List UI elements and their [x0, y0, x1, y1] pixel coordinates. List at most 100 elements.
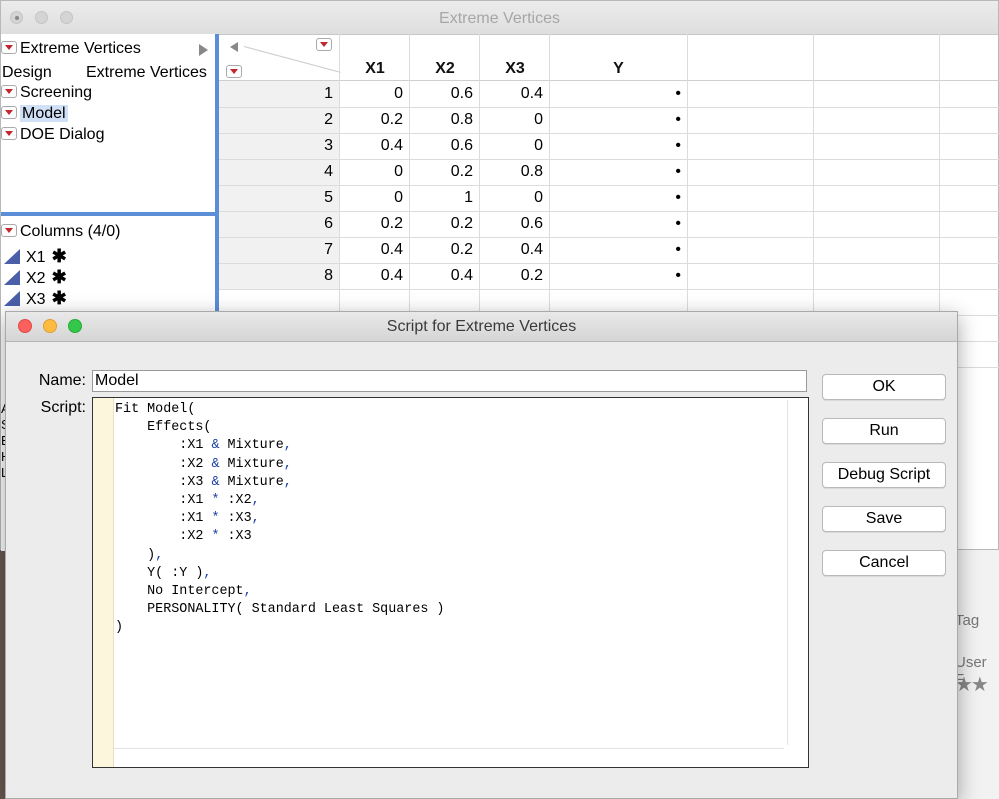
row-number[interactable]: 6	[273, 215, 333, 233]
table-cell-x2[interactable]: 1	[413, 189, 473, 207]
column-item-x3[interactable]: X3 ✱	[1, 288, 67, 309]
table-cell-x1[interactable]: 0.4	[343, 137, 403, 155]
table-cell-x1[interactable]: 0.2	[343, 111, 403, 129]
table-row[interactable]: 6 0.2 0.2 0.6 •	[219, 211, 999, 238]
column-header-x3[interactable]: X3	[480, 60, 550, 78]
table-cell-x1[interactable]: 0.2	[343, 215, 403, 233]
table-cell-y[interactable]: •	[621, 111, 681, 129]
table-cell-x3[interactable]: 0	[483, 137, 543, 155]
table-variable-value: Extreme Vertices	[86, 64, 207, 81]
script-label: Script:	[40, 399, 86, 416]
left-arrow-icon[interactable]	[230, 42, 238, 52]
column-name: X3	[26, 291, 46, 308]
table-cell-x2[interactable]: 0.2	[413, 163, 473, 181]
table-row[interactable]: 1 0 0.6 0.4 •	[219, 81, 999, 108]
script-dialog: Script for Extreme Vertices Name: Model …	[5, 311, 958, 799]
red-disclosure-triangle-icon[interactable]	[1, 224, 17, 237]
table-cell-x3[interactable]: 0.2	[483, 267, 543, 285]
red-disclosure-triangle-icon[interactable]	[316, 38, 332, 51]
mixture-property-icon[interactable]: ✱	[52, 288, 67, 308]
red-disclosure-triangle-icon[interactable]	[1, 127, 17, 140]
table-cell-y[interactable]: •	[621, 85, 681, 103]
row-number[interactable]: 2	[273, 111, 333, 129]
table-cell-y[interactable]: •	[621, 189, 681, 207]
table-cell-x1[interactable]: 0.4	[343, 241, 403, 259]
table-row[interactable]: 4 0 0.2 0.8 •	[219, 159, 999, 186]
cancel-button[interactable]: Cancel	[822, 550, 946, 576]
save-button[interactable]: Save	[822, 506, 946, 532]
column-header-x1[interactable]: X1	[340, 60, 410, 78]
script-code[interactable]: Fit Model( Effects( :X1 & Mixture, :X2 &…	[115, 401, 444, 638]
red-disclosure-triangle-icon[interactable]	[226, 65, 242, 78]
table-cell-y[interactable]: •	[621, 241, 681, 259]
table-row[interactable]: 8 0.4 0.4 0.2 •	[219, 263, 999, 290]
table-row[interactable]: 7 0.4 0.2 0.4 •	[219, 237, 999, 264]
column-name: X1	[26, 249, 46, 266]
table-row[interactable]: 5 0 1 0 •	[219, 185, 999, 212]
continuous-column-icon	[4, 249, 20, 264]
table-cell-x1[interactable]: 0	[343, 189, 403, 207]
row-number[interactable]: 5	[273, 189, 333, 207]
script-label-selected: Model	[20, 105, 68, 122]
background-tag-label: Tag	[955, 612, 980, 629]
table-cell-x3[interactable]: 0.6	[483, 215, 543, 233]
table-row[interactable]: 3 0.4 0.6 0 •	[219, 133, 999, 160]
run-button[interactable]: Run	[822, 418, 946, 444]
table-cell-y[interactable]: •	[621, 267, 681, 285]
row-number[interactable]: 7	[273, 241, 333, 259]
table-name-row[interactable]: Extreme Vertices	[1, 40, 141, 58]
panel-divider-horizontal[interactable]	[1, 212, 215, 216]
table-cell-x2[interactable]: 0.4	[413, 267, 473, 285]
red-disclosure-triangle-icon[interactable]	[1, 106, 17, 119]
expand-arrow-icon[interactable]	[199, 44, 208, 56]
mixture-property-icon[interactable]: ✱	[52, 267, 67, 287]
grid-header: X1 X2 X3 Y	[219, 34, 999, 81]
table-cell-y[interactable]: •	[621, 163, 681, 181]
table-cell-y[interactable]: •	[621, 215, 681, 233]
table-cell-x1[interactable]: 0	[343, 163, 403, 181]
mixture-property-icon[interactable]: ✱	[52, 246, 67, 266]
row-number[interactable]: 3	[273, 137, 333, 155]
table-cell-x3[interactable]: 0.4	[483, 241, 543, 259]
column-item-x1[interactable]: X1 ✱	[1, 246, 67, 267]
script-label: DOE Dialog	[20, 126, 105, 143]
table-cell-x1[interactable]: 0	[343, 85, 403, 103]
script-editor[interactable]: Fit Model( Effects( :X1 & Mixture, :X2 &…	[92, 397, 809, 768]
script-item-model[interactable]: Model	[1, 105, 68, 123]
column-item-x2[interactable]: X2 ✱	[1, 267, 67, 288]
table-row[interactable]: 2 0.2 0.8 0 •	[219, 107, 999, 134]
row-number[interactable]: 1	[273, 85, 333, 103]
table-cell-x2[interactable]: 0.6	[413, 137, 473, 155]
table-cell-x3[interactable]: 0.8	[483, 163, 543, 181]
editor-vertical-scrollbar[interactable]	[787, 400, 788, 745]
main-titlebar: Extreme Vertices	[1, 1, 998, 35]
row-number[interactable]: 8	[273, 267, 333, 285]
debug-script-button[interactable]: Debug Script	[822, 462, 946, 488]
script-item-doe-dialog[interactable]: DOE Dialog	[1, 126, 104, 144]
table-cell-x1[interactable]: 0.4	[343, 267, 403, 285]
columns-header[interactable]: Columns (4/0)	[1, 223, 120, 241]
row-number[interactable]: 4	[273, 163, 333, 181]
column-header-y[interactable]: Y	[550, 60, 687, 78]
dialog-titlebar: Script for Extreme Vertices	[6, 312, 957, 342]
ok-button[interactable]: OK	[822, 374, 946, 400]
window-title: Extreme Vertices	[439, 10, 560, 27]
table-cell-x3[interactable]: 0.4	[483, 85, 543, 103]
editor-horizontal-scrollbar[interactable]	[114, 748, 784, 749]
table-cell-x3[interactable]: 0	[483, 189, 543, 207]
red-disclosure-triangle-icon[interactable]	[1, 85, 17, 98]
script-item-screening[interactable]: Screening	[1, 84, 92, 102]
table-variable-row[interactable]: Design Extreme Vertices	[2, 64, 207, 82]
table-cell-x2[interactable]: 0.6	[413, 85, 473, 103]
table-variable-key: Design	[2, 64, 52, 81]
table-cell-x2[interactable]: 0.2	[413, 215, 473, 233]
table-cell-x2[interactable]: 0.2	[413, 241, 473, 259]
red-disclosure-triangle-icon[interactable]	[1, 41, 17, 54]
table-cell-x2[interactable]: 0.8	[413, 111, 473, 129]
script-name-field[interactable]: Model	[92, 370, 807, 392]
column-header-x2[interactable]: X2	[410, 60, 480, 78]
name-label: Name:	[38, 372, 86, 389]
table-cell-x3[interactable]: 0	[483, 111, 543, 129]
table-cell-y[interactable]: •	[621, 137, 681, 155]
continuous-column-icon	[4, 270, 20, 285]
